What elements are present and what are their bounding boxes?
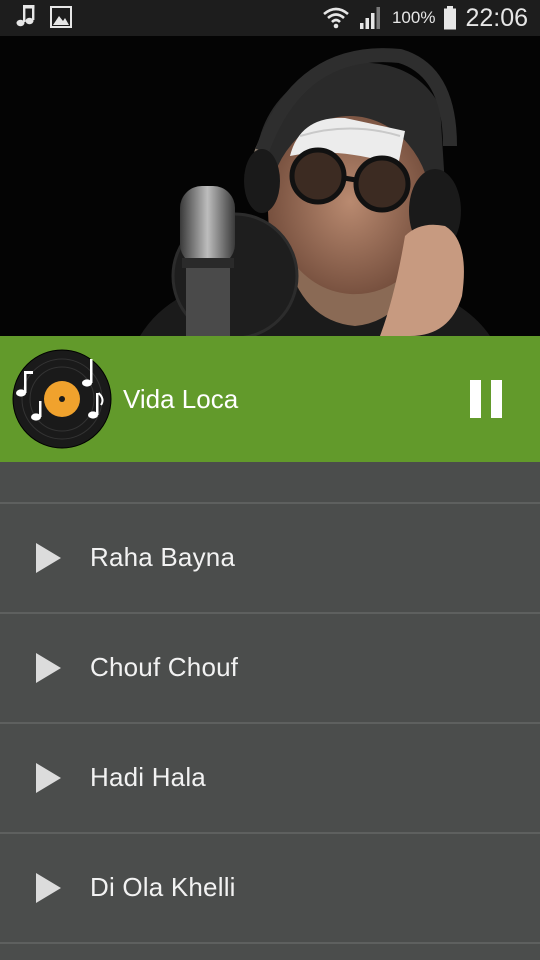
clock: 22:06	[465, 3, 528, 32]
play-icon	[36, 543, 61, 573]
track-list[interactable]: Raha Bayna Chouf Chouf Hadi Hala Di Ola …	[0, 462, 540, 960]
battery-percent: 100%	[391, 8, 436, 27]
play-icon	[36, 763, 61, 793]
list-item[interactable]	[0, 462, 540, 504]
wifi-icon	[323, 7, 349, 29]
pause-icon	[470, 380, 481, 418]
play-icon	[36, 873, 61, 903]
track-title: Chouf Chouf	[90, 652, 239, 682]
track-row[interactable]: Raha Bayna	[0, 504, 540, 614]
now-playing-title: Vida Loca	[123, 384, 239, 414]
music-note-icon	[16, 5, 35, 27]
signal-icon	[359, 7, 380, 29]
play-icon	[36, 653, 61, 683]
artist-photo	[0, 36, 540, 336]
track-title: Hadi Hala	[90, 762, 206, 792]
track-row[interactable]: Hadi Hala	[0, 724, 540, 834]
battery-icon	[444, 6, 457, 30]
track-row[interactable]: Di Ola Khelli	[0, 834, 540, 944]
now-playing-bar[interactable]: Vida Loca	[0, 336, 540, 462]
pause-button[interactable]	[470, 380, 502, 418]
track-title: Di Ola Khelli	[90, 872, 236, 902]
image-icon	[50, 6, 72, 28]
track-row[interactable]: Chouf Chouf	[0, 614, 540, 724]
track-title: Raha Bayna	[90, 542, 236, 572]
vinyl-disc-icon	[12, 349, 112, 449]
status-bar: 100% 22:06	[0, 0, 540, 36]
